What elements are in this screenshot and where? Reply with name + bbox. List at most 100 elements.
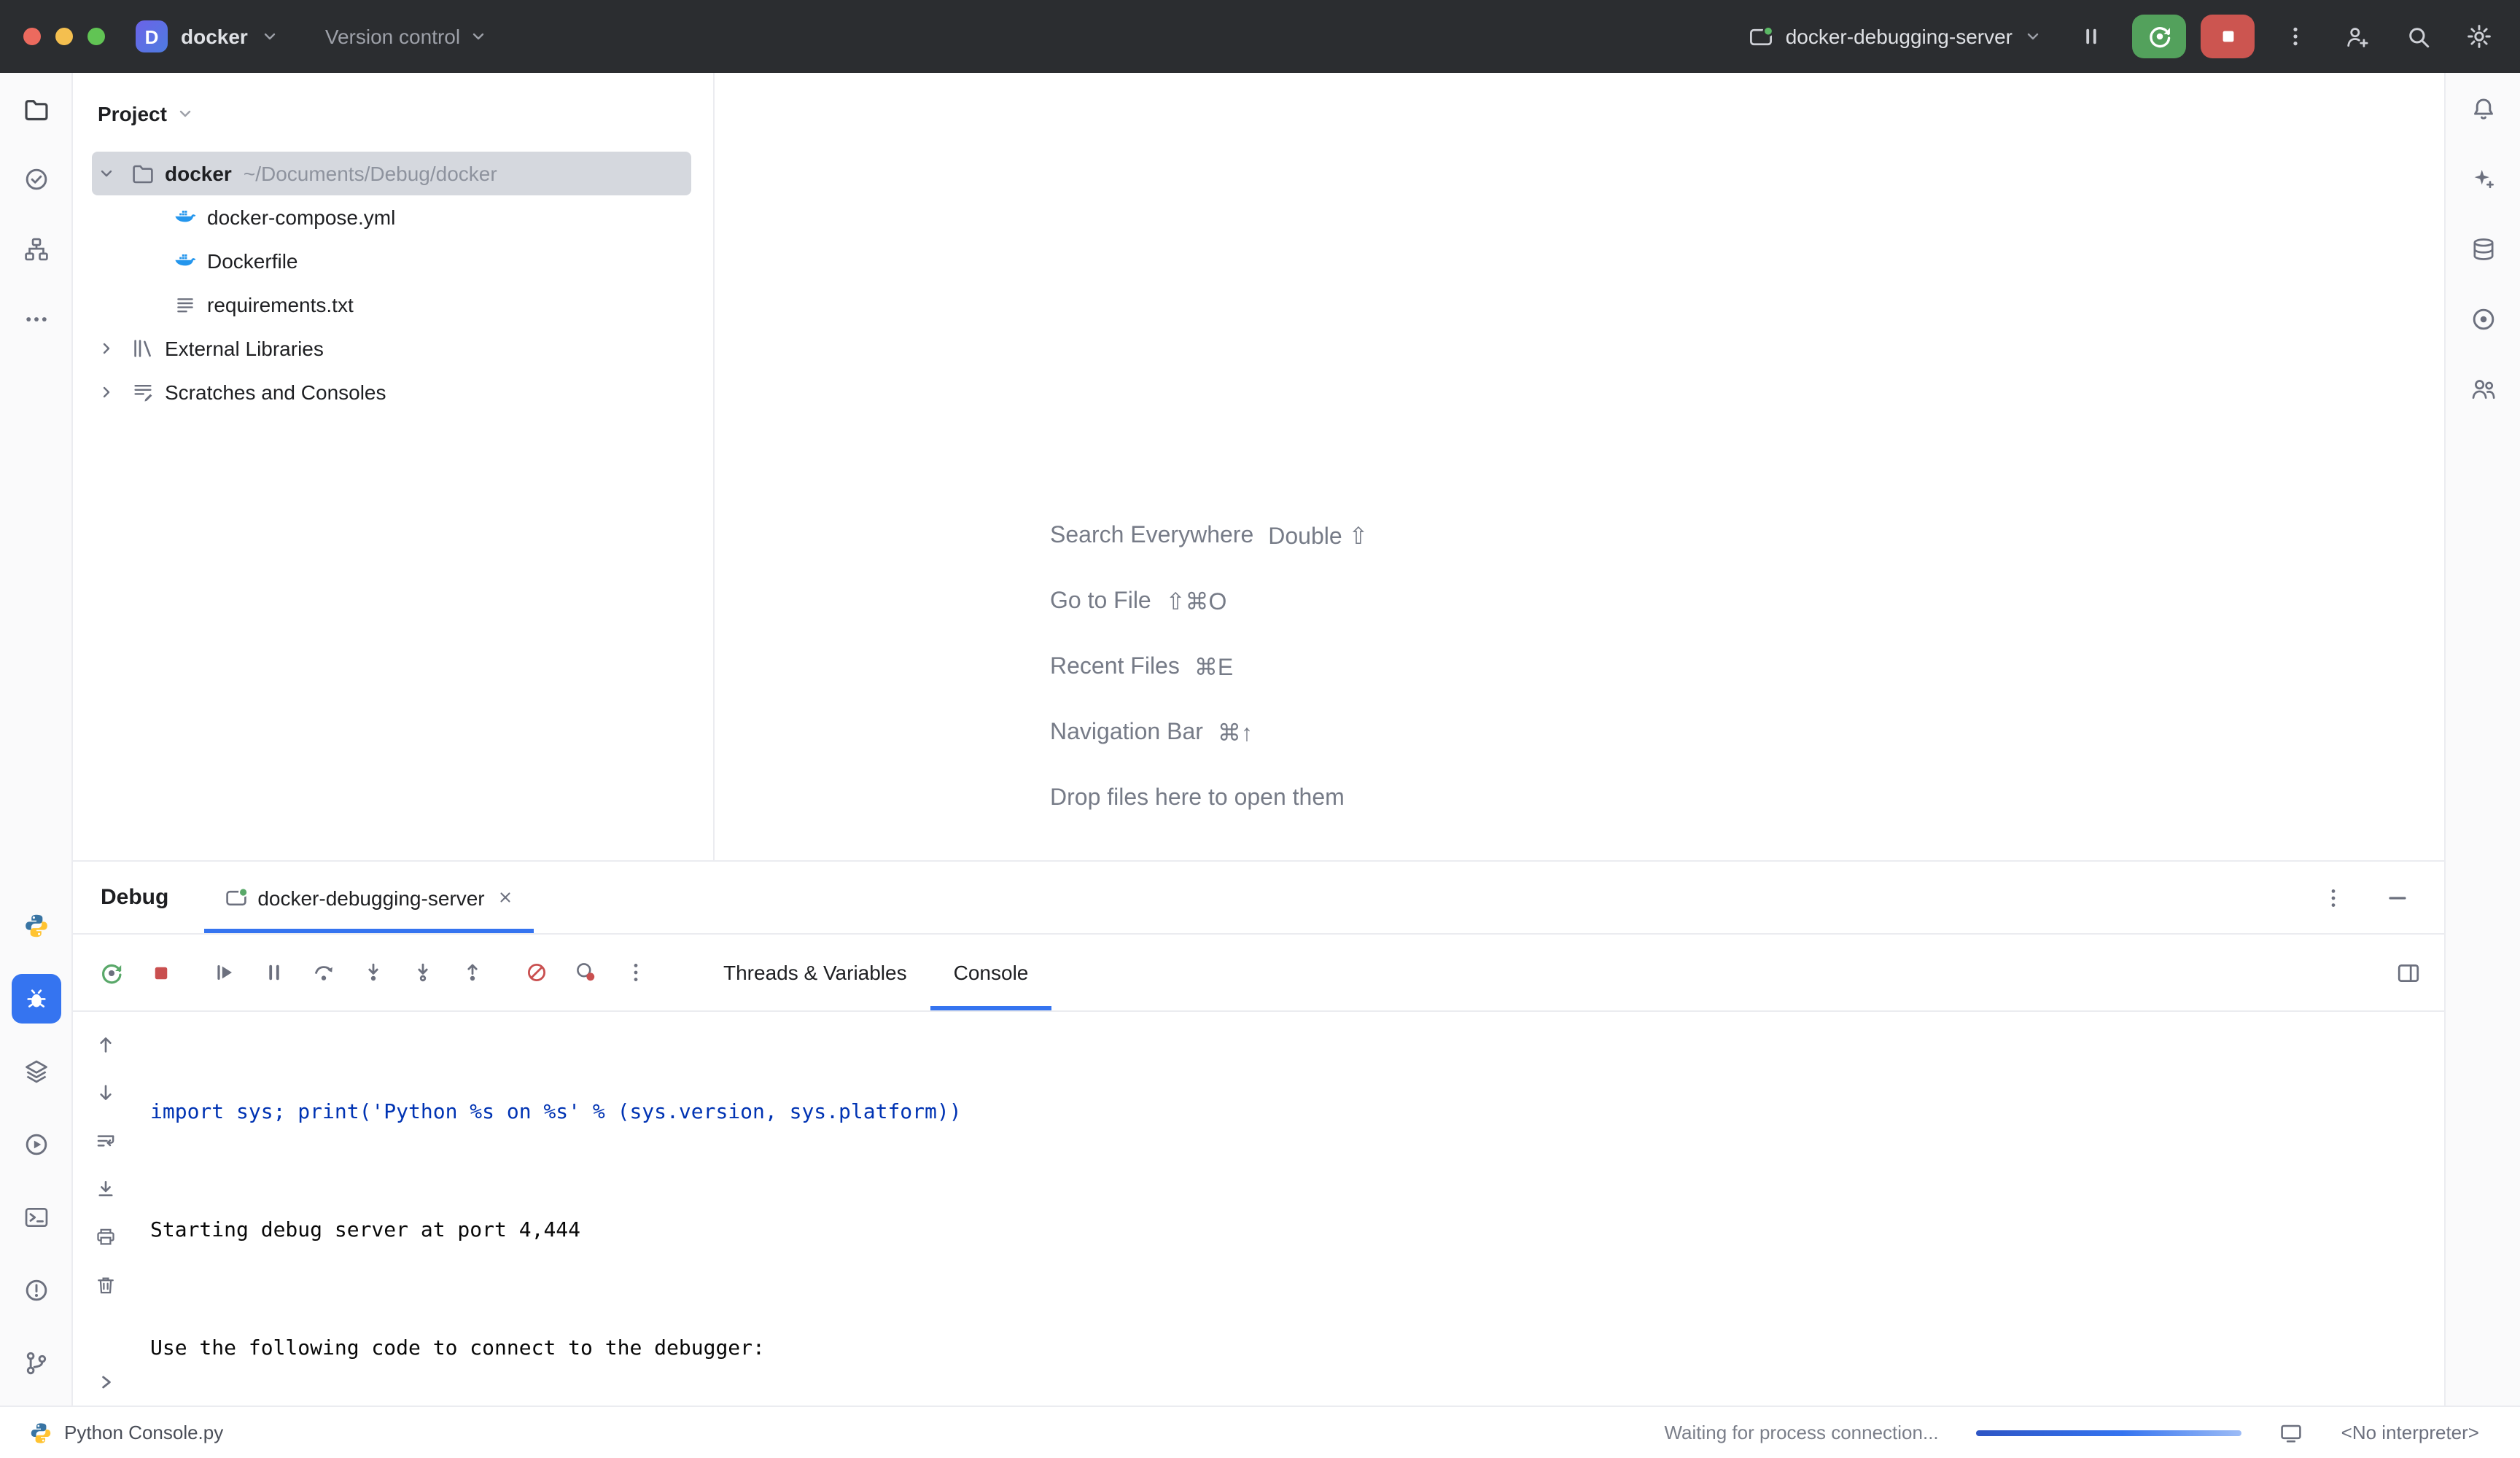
scratches-icon	[127, 381, 159, 404]
project-widget[interactable]: D docker	[136, 20, 279, 52]
notifications-button[interactable]	[2458, 85, 2508, 134]
print-button[interactable]	[91, 1222, 120, 1251]
progress-bar[interactable]	[1977, 1430, 2242, 1435]
chevron-down-icon	[261, 28, 279, 45]
run-config-name: docker-debugging-server	[1786, 25, 2012, 48]
tree-item-docker-compose[interactable]: docker-compose.yml	[92, 195, 691, 239]
rerun-debug-button[interactable]	[2132, 15, 2186, 58]
resume-button[interactable]	[204, 952, 245, 993]
tree-item-external-libraries[interactable]: External Libraries	[92, 327, 691, 370]
up-stack-trace-button[interactable]	[91, 1029, 120, 1059]
tree-item-label: docker	[165, 162, 232, 185]
clear-console-button[interactable]	[91, 1270, 120, 1299]
debug-title: Debug	[101, 885, 168, 910]
screen-share-icon[interactable]	[2280, 1421, 2303, 1444]
console-toolbar	[73, 1012, 139, 1406]
project-panel-title: Project	[98, 102, 167, 125]
shortcut-search-everywhere: Search Everywhere Double ⇧	[1050, 503, 1368, 569]
text-file-icon	[169, 293, 201, 316]
terminal-tool-button[interactable]	[11, 1193, 61, 1242]
minimize-window-button[interactable]	[55, 28, 73, 45]
commit-tool-button[interactable]	[11, 155, 61, 204]
docker-icon	[169, 206, 201, 229]
more-tool-windows-button[interactable]	[11, 295, 61, 344]
run-configuration-selector[interactable]: docker-debugging-server	[1749, 24, 2042, 49]
titlebar: D docker Version control docker-debuggin…	[0, 0, 2520, 73]
tree-item-requirements[interactable]: requirements.txt	[92, 283, 691, 327]
debug-session-tab[interactable]: docker-debugging-server	[203, 862, 534, 933]
console-prompt-icon[interactable]	[91, 1368, 120, 1397]
folder-icon	[127, 162, 159, 185]
vcs-widget[interactable]: Version control	[325, 25, 486, 48]
console-line: Use the following code to connect to the…	[150, 1330, 2427, 1369]
more-debug-actions-button[interactable]	[615, 952, 656, 993]
view-breakpoints-button[interactable]	[566, 952, 607, 993]
tree-item-dockerfile[interactable]: Dockerfile	[92, 239, 691, 283]
status-file-widget[interactable]: Python Console.py	[29, 1421, 223, 1444]
stop-button[interactable]	[2201, 15, 2255, 58]
interpreter-widget[interactable]: <No interpreter>	[2341, 1422, 2479, 1443]
step-into-button[interactable]	[353, 952, 394, 993]
pause-program-button[interactable]	[254, 952, 295, 993]
console-output[interactable]: import sys; print('Python %s on %s' % (s…	[139, 1012, 2444, 1406]
tab-threads-variables[interactable]: Threads & Variables	[700, 935, 930, 1010]
add-user-button[interactable]	[2336, 16, 2377, 57]
code-with-me-button[interactable]	[2458, 364, 2508, 414]
shortcut-keys: ⌘E	[1194, 652, 1233, 682]
settings-button[interactable]	[2459, 16, 2500, 57]
debug-options-button[interactable]	[2319, 883, 2348, 912]
step-out-button[interactable]	[452, 952, 493, 993]
mute-breakpoints-button[interactable]	[516, 952, 557, 993]
tree-item-scratches[interactable]: Scratches and Consoles	[92, 370, 691, 414]
debug-toolbar: Threads & Variables Console	[73, 935, 2444, 1012]
run-config-icon	[224, 886, 247, 909]
shortcut-recent-files: Recent Files ⌘E	[1050, 634, 1368, 700]
libraries-icon	[127, 337, 159, 360]
editor-empty-area: Search Everywhere Double ⇧ Go to File ⇧⌘…	[715, 73, 2444, 860]
stop-process-button[interactable]	[140, 952, 181, 993]
debug-view-tabs: Threads & Variables Console	[700, 935, 1051, 1010]
left-strip-top	[11, 85, 61, 344]
pause-button[interactable]	[2071, 16, 2112, 57]
shortcut-action: Search Everywhere	[1050, 523, 1253, 549]
zoom-window-button[interactable]	[88, 28, 105, 45]
close-icon[interactable]	[498, 889, 514, 905]
chevron-right-icon[interactable]	[92, 340, 121, 357]
project-tool-button[interactable]	[11, 85, 61, 134]
chevron-down-icon[interactable]	[92, 165, 121, 182]
tree-item-label: requirements.txt	[207, 293, 354, 316]
hide-tool-window-button[interactable]	[2383, 883, 2412, 912]
version-control-tool-button[interactable]	[11, 1338, 61, 1388]
chevron-right-icon[interactable]	[92, 383, 121, 401]
scroll-to-end-button[interactable]	[91, 1174, 120, 1203]
more-actions-button[interactable]	[2275, 16, 2316, 57]
rerun-debugger-button[interactable]	[90, 952, 131, 993]
tab-console[interactable]: Console	[930, 935, 1052, 1010]
close-window-button[interactable]	[23, 28, 41, 45]
project-avatar: D	[136, 20, 168, 52]
layout-settings-button[interactable]	[2396, 960, 2421, 985]
down-stack-trace-button[interactable]	[91, 1077, 120, 1107]
soft-wrap-button[interactable]	[91, 1126, 120, 1155]
tab-label: Threads & Variables	[723, 961, 907, 984]
database-button[interactable]	[2458, 225, 2508, 274]
debug-tool-button[interactable]	[11, 974, 61, 1024]
python-packages-tool-button[interactable]	[11, 1047, 61, 1096]
search-everywhere-button[interactable]	[2398, 16, 2438, 57]
debug-tool-window: Debug docker-debugging-server	[73, 860, 2444, 1406]
services-tool-button[interactable]	[11, 1120, 61, 1169]
python-console-tool-button[interactable]	[11, 901, 61, 951]
project-panel-header[interactable]: Project	[73, 76, 713, 152]
force-step-into-button[interactable]	[402, 952, 443, 993]
status-progress-label: Waiting for process connection...	[1664, 1422, 1938, 1443]
chevron-down-icon	[2024, 28, 2042, 45]
structure-tool-button[interactable]	[11, 225, 61, 274]
tree-item-label: External Libraries	[165, 337, 324, 360]
step-over-button[interactable]	[303, 952, 344, 993]
ai-assistant-button[interactable]	[2458, 155, 2508, 204]
console-line: Starting debug server at port 4,444	[150, 1212, 2427, 1251]
problems-tool-button[interactable]	[11, 1266, 61, 1315]
sci-view-button[interactable]	[2458, 295, 2508, 344]
tree-item-docker-root[interactable]: docker ~/Documents/Debug/docker	[92, 152, 691, 195]
project-name: docker	[181, 25, 248, 48]
